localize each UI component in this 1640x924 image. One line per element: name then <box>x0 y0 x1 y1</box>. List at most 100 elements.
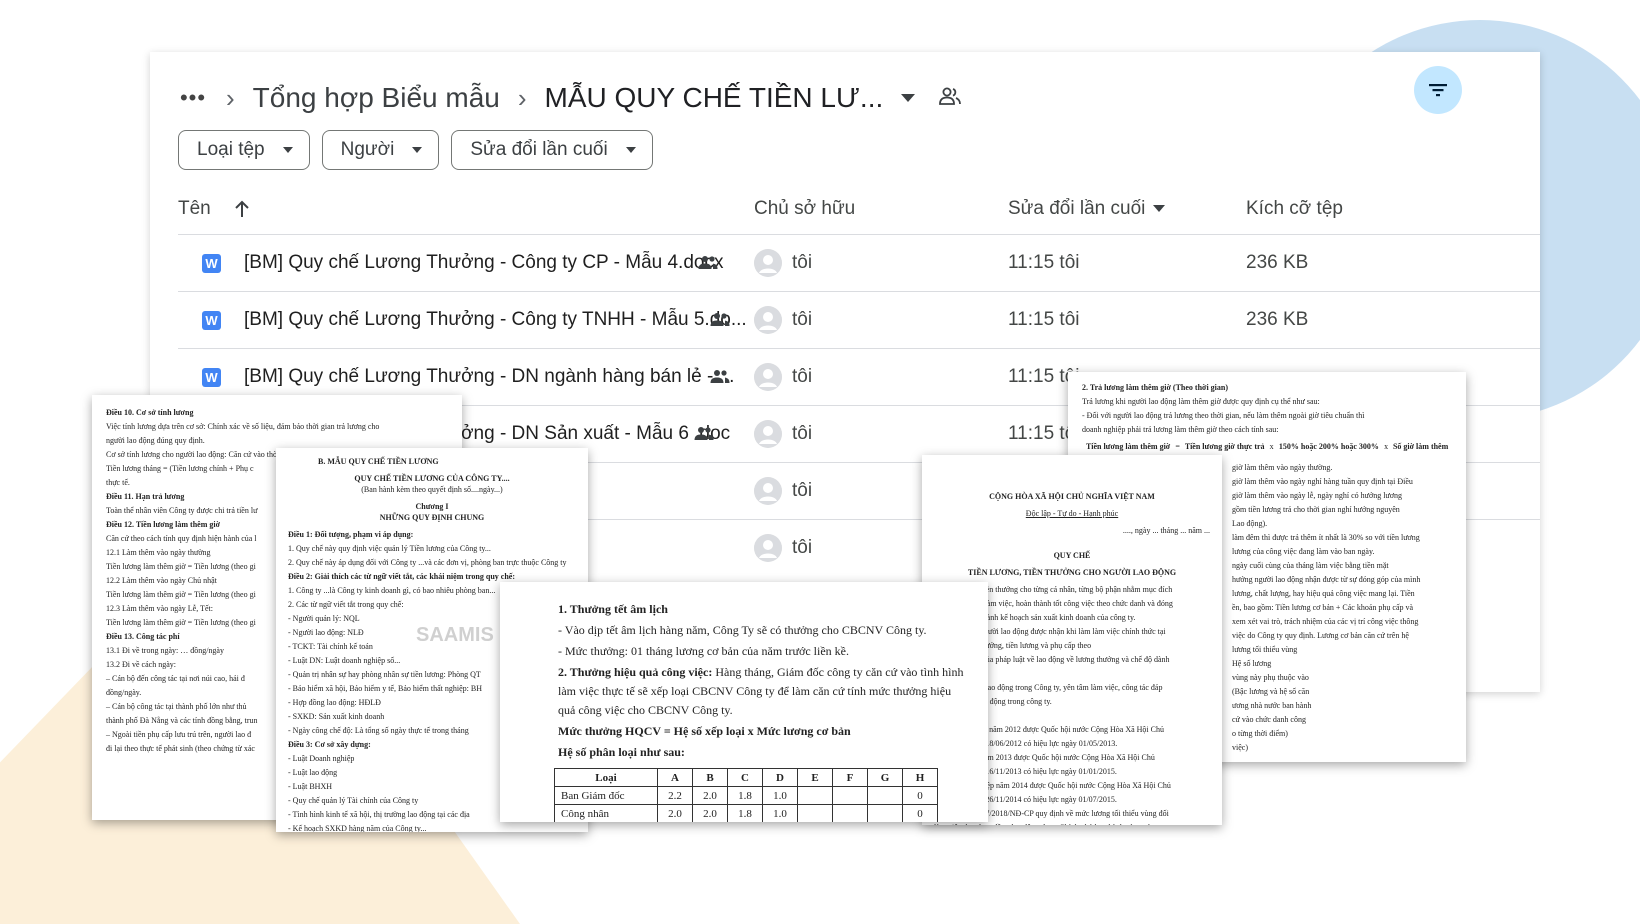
document-body: 1. Thưởng tết âm lịch - Vào dịp tết âm l… <box>558 600 964 762</box>
document-line: xem xét vai trò, trách nhiệm của các vị … <box>1232 617 1419 626</box>
table-cell: Công nhân <box>554 804 658 822</box>
document-line: ền, bao gồm: Tiền lương cơ bản + Các kho… <box>1232 603 1414 612</box>
table-cell: 1.8 <box>727 804 763 822</box>
owner-avatar <box>754 534 782 562</box>
file-owner: tôi <box>792 537 813 558</box>
document-line: Trả lương khi người lao động làm thêm gi… <box>1082 397 1320 406</box>
document-line: giờ làm thêm vào ngày thường. <box>1232 463 1333 472</box>
motto: Độc lập - Tự do - Hạnh phúc <box>1025 509 1119 518</box>
document-line: (Bậc lương và hệ số căn <box>1232 687 1310 696</box>
sort-caret-down-icon <box>1153 205 1166 213</box>
shared-icon <box>694 426 714 445</box>
chevron-right-icon: › <box>517 82 527 113</box>
document-line: lương, chất lượng, hay hiệu quả công việ… <box>1232 589 1415 598</box>
table-cell <box>797 786 833 805</box>
folder-menu-dropdown-icon[interactable] <box>901 94 916 102</box>
table-cell: 2.0 <box>692 786 728 805</box>
document-line: Điều 1: Đối tượng, phạm vi áp dụng: <box>288 530 414 539</box>
shared-icon <box>698 255 718 274</box>
owner-avatar <box>754 249 782 277</box>
file-name: [BM] Quy chế Lương Thưởng - Công ty CP -… <box>244 252 724 273</box>
nation-heading: CỘNG HÒA XÃ HỘI CHỦ NGHĨA VIỆT NAM <box>989 492 1155 501</box>
chevron-right-icon: › <box>226 82 235 113</box>
document-line: việc do Công ty quy định. Lương cơ bản c… <box>1232 631 1409 640</box>
caret-down-icon <box>282 147 293 153</box>
breadcrumb-parent[interactable]: Tổng hợp Biểu mẫu <box>253 82 500 114</box>
document-line: - Đối với người lao động trả lương theo … <box>1082 411 1365 420</box>
document-line: Lao động). <box>1232 519 1268 528</box>
table-header-cell: B <box>692 768 728 787</box>
file-row[interactable]: W [BM] Quy chế Lương Thưởng - Công ty TN… <box>178 291 1540 348</box>
formula-term: Tiền lương giờ thực trả <box>1184 442 1265 451</box>
formula-operator: = <box>1175 442 1180 451</box>
word-doc-icon: W <box>202 311 221 330</box>
chip-label: Người <box>340 139 395 160</box>
table-cell: 1.0 <box>762 786 798 805</box>
chapter-number: Chương I <box>415 502 449 511</box>
shared-icon <box>710 369 730 388</box>
document-line: gồm tiền lương trả cho thời gian nghỉ hư… <box>1232 505 1400 514</box>
table-header-cell: E <box>797 768 833 787</box>
more-horizontal-icon[interactable]: ••• <box>178 85 208 111</box>
file-name: [BM] Quy chế Lương Thưởng - DN ngành hàn… <box>244 366 735 387</box>
regulation-subtitle: TIỀN LƯƠNG, TIỀN THƯỞNG CHO NGƯỜI LAO ĐỘ… <box>967 568 1177 577</box>
file-owner: tôi <box>792 309 813 330</box>
word-doc-icon: W <box>202 368 221 387</box>
document-date: ...., ngày ... tháng ... năm ... <box>1122 526 1210 535</box>
document-line: ngày cuối cùng của tháng làm việc bằng t… <box>1232 561 1389 570</box>
file-owner: tôi <box>792 480 813 501</box>
table-cell: 2.2 <box>657 786 693 805</box>
file-owner: tôi <box>792 366 813 387</box>
bonus-text: - Vào dịp tết âm lịch hàng năm, Công Ty … <box>558 623 927 637</box>
regulation-title: QUY CHẾ TIỀN LƯƠNG CỦA CÔNG TY.... <box>354 474 510 483</box>
column-header-name[interactable]: Tên <box>178 198 211 220</box>
document-line: cứ vào chức danh công <box>1232 715 1306 724</box>
formula-term: Tiền lương làm thêm giờ <box>1086 442 1171 451</box>
document-line: làm việc theo hợp đồng lao động được Chí… <box>934 822 1210 825</box>
table-cell: 1.8 <box>727 786 763 805</box>
column-header-owner[interactable]: Chủ sở hữu <box>754 198 855 220</box>
formula-term: Số giờ làm thêm <box>1392 442 1449 451</box>
regulation-title: QUY CHẾ <box>1053 551 1091 560</box>
table-header-cell: F <box>832 768 868 787</box>
table-header-row: Loại A B C D E F G H <box>554 768 938 787</box>
filter-icon[interactable] <box>1414 66 1462 114</box>
document-line: 2. Quy chế này áp dụng đối với Công ty .… <box>288 558 567 567</box>
chapter-title: NHỮNG QUY ĐỊNH CHUNG <box>379 513 485 522</box>
column-header-size[interactable]: Kích cỡ tệp <box>1246 198 1343 220</box>
document-line: người lao động đúng quy định. <box>106 436 205 445</box>
document-line: làm đêm thì được trả thêm ít nhất là 30%… <box>1232 533 1420 542</box>
bonus-paragraph: 2. Thưởng hiệu quả công việc: Hàng tháng… <box>558 663 964 720</box>
file-modified: 11:15 tôi <box>1008 252 1080 273</box>
filter-chip-modified[interactable]: Sửa đổi lần cuối <box>451 130 653 170</box>
table-cell <box>832 786 868 805</box>
document-line: ương nhà nước ban hành <box>1232 701 1312 710</box>
document-line: vùng này phụ thuộc vào <box>1232 673 1309 682</box>
file-list-header: Tên Chủ sở hữu Sửa đổi lần cuối Kích cỡ … <box>178 188 1540 232</box>
table-cell: 2.0 <box>692 804 728 822</box>
table-row: Ban Giám đốc 2.2 2.0 1.8 1.0 0 <box>554 786 938 805</box>
document-line: giờ làm thêm vào ngày lễ, ngày nghỉ có h… <box>1232 491 1402 500</box>
document-body: 2. Trả lương làm thêm giờ (Theo thời gia… <box>1082 382 1452 435</box>
table-header-cell: C <box>727 768 763 787</box>
document-line: doanh nghiệp phải trả lương làm thêm giờ… <box>1082 425 1279 434</box>
document-line: Việc tính lương dựa trên cơ sở: Chính xá… <box>106 422 380 431</box>
filter-chips: Loại tệp Người Sửa đổi lần cuối <box>178 130 653 170</box>
filter-chip-people[interactable]: Người <box>321 130 440 170</box>
document-line: 1. Quy chế này quy định việc quản lý Tiề… <box>288 544 491 553</box>
table-row: Công nhân 2.0 2.0 1.8 1.0 0 <box>554 804 938 822</box>
formula-operator: x <box>1269 442 1274 451</box>
sort-ascending-arrow-icon[interactable] <box>234 200 250 223</box>
document-line: hưởng người lao động nhận được từ sự đón… <box>1232 575 1421 584</box>
file-row[interactable]: W [BM] Quy chế Lương Thưởng - Công ty CP… <box>178 234 1540 291</box>
column-header-modified[interactable]: Sửa đổi lần cuối <box>1008 198 1166 220</box>
document-line: 2. Trả lương làm thêm giờ (Theo thời gia… <box>1082 383 1229 392</box>
shared-folder-icon[interactable] <box>939 87 962 110</box>
file-name: [BM] Quy chế Lương Thưởng - Công ty TNHH… <box>244 309 747 330</box>
filter-chip-file-type[interactable]: Loại tệp <box>178 130 310 170</box>
table-cell: 0 <box>902 804 938 822</box>
formula-operator: x <box>1384 442 1389 451</box>
overtime-formula: Tiền lương làm thêm giờ = Tiền lương giờ… <box>1082 439 1452 454</box>
document-line: lương tối thiểu vùng <box>1232 645 1298 654</box>
breadcrumb-current-folder[interactable]: MẪU QUY CHẾ TIỀN LƯ... <box>545 82 884 114</box>
